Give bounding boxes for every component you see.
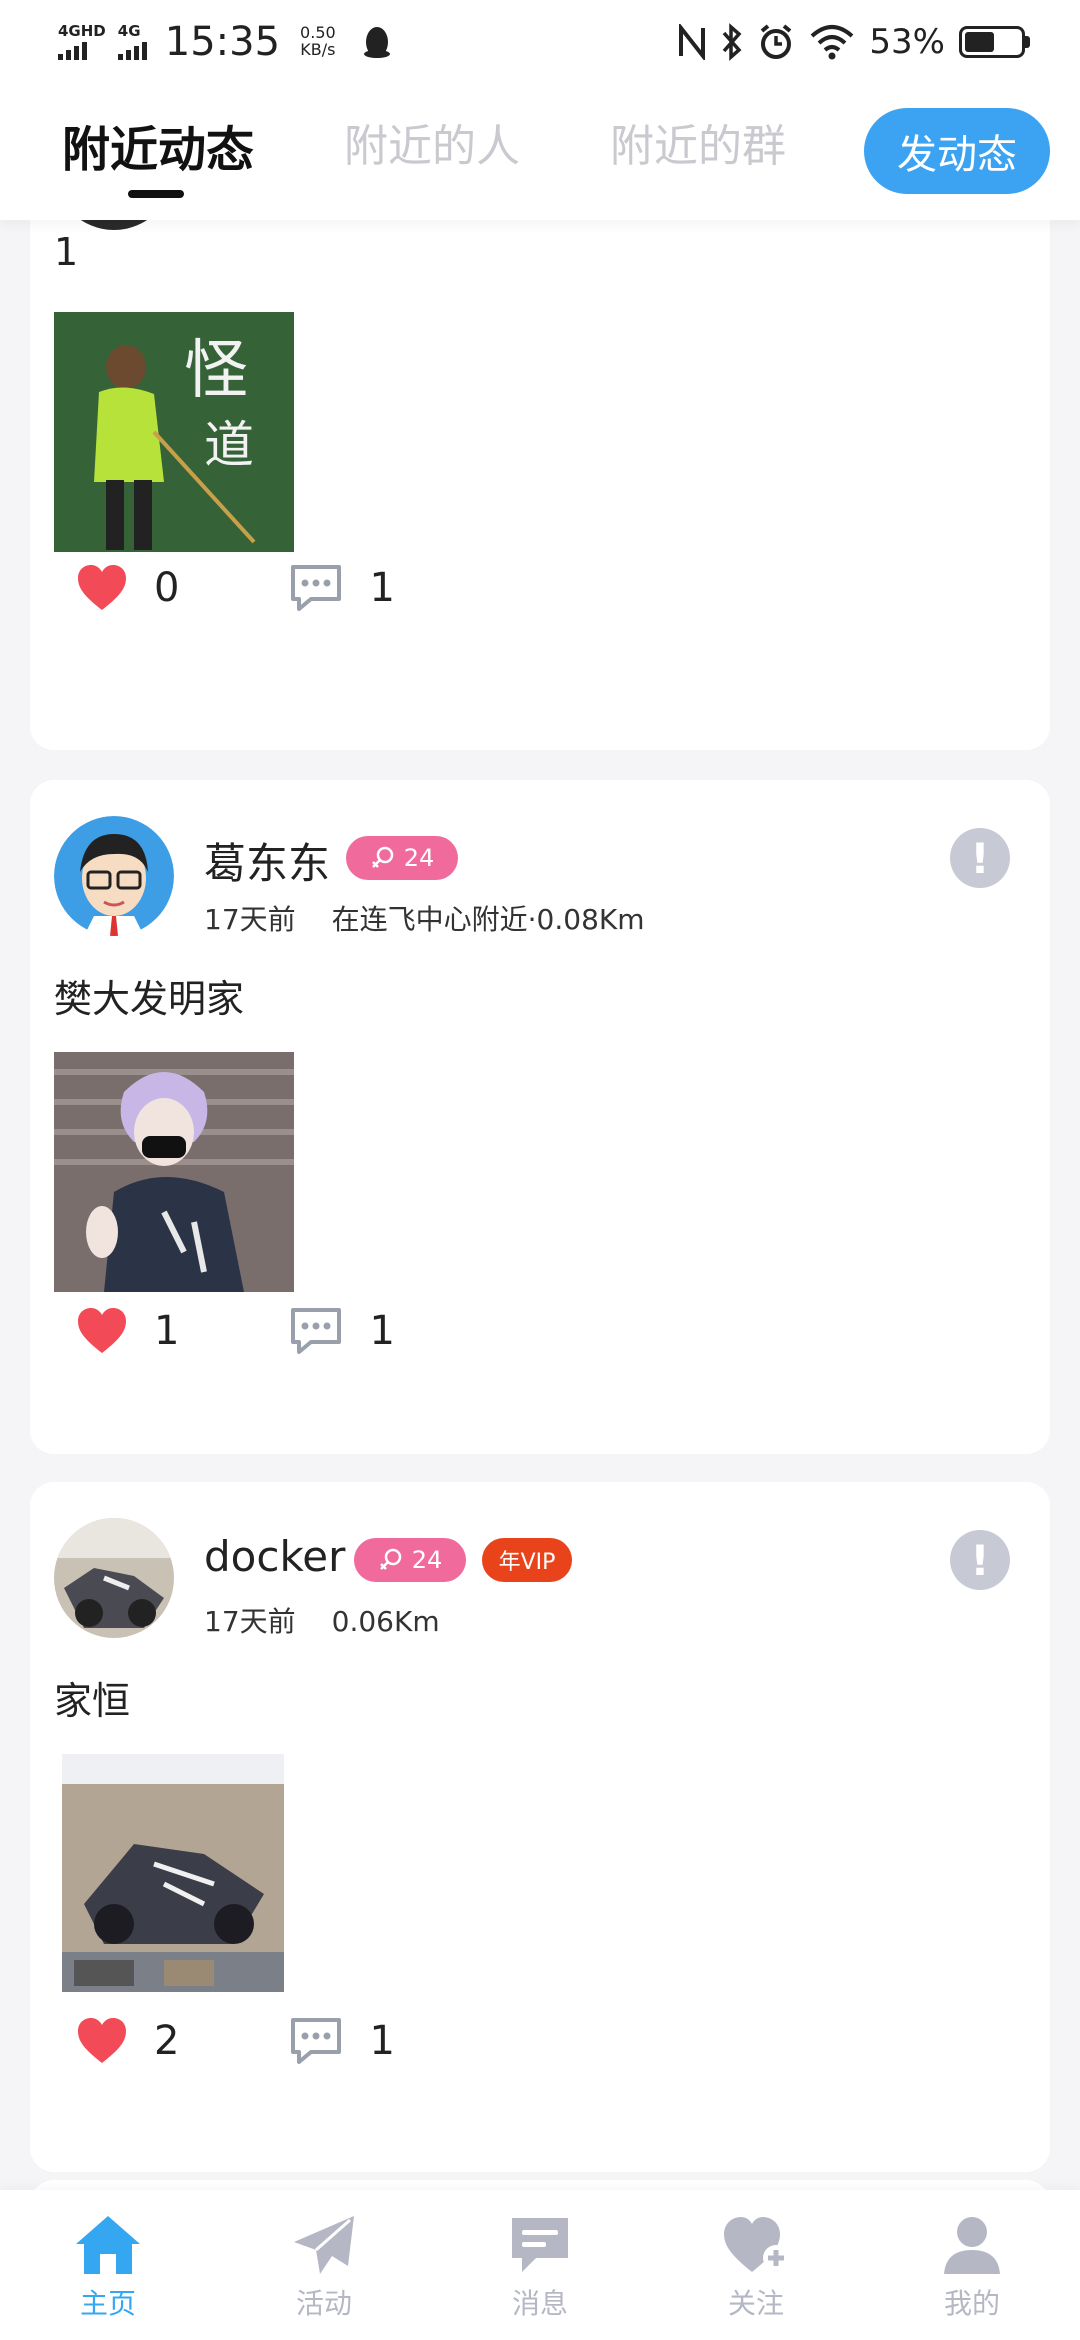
nav-home[interactable]: 主页	[38, 2214, 178, 2322]
top-nav: 附近动态 附近的人 附近的群 发动态	[0, 84, 1080, 220]
heart-icon	[78, 565, 126, 610]
bluetooth-icon	[723, 23, 742, 61]
vip-badge: 年VIP	[482, 1538, 572, 1582]
like-count: 1	[154, 1308, 180, 1354]
comment-button[interactable]: 1	[289, 563, 395, 613]
battery-icon	[959, 26, 1030, 58]
active-tab-indicator	[128, 190, 184, 198]
comment-icon	[291, 1308, 342, 1354]
home-icon	[76, 2216, 140, 2274]
like-count: 2	[154, 2018, 180, 2064]
heart-icon	[78, 2018, 126, 2063]
post-actions: 2 1	[76, 2016, 395, 2066]
comment-icon	[291, 2018, 342, 2064]
avatar[interactable]	[54, 1518, 174, 1638]
clock: 15:35	[164, 19, 281, 65]
like-button[interactable]: 2	[76, 2017, 179, 2065]
network-type-2: 4G	[117, 22, 141, 40]
post-meta: 17天前 在连飞中心附近·0.08Km	[204, 898, 645, 938]
report-button[interactable]: !	[950, 1530, 1010, 1590]
post-location: 在连飞中心附近·0.08Km	[331, 903, 645, 936]
nav-label: 消息	[511, 2287, 568, 2320]
age-value: 24	[403, 844, 435, 872]
nav-label: 关注	[727, 2287, 784, 2320]
network-type-1: 4GHD	[58, 22, 106, 40]
comment-icon	[291, 565, 342, 611]
user-name[interactable]: 葛东东	[204, 830, 330, 891]
heart-icon	[78, 1308, 126, 1353]
post-content: 1	[54, 230, 79, 274]
report-button[interactable]: !	[950, 828, 1010, 888]
like-button[interactable]: 1	[76, 1307, 179, 1355]
post-meta: 17天前 0.06Km	[204, 1600, 440, 1640]
nav-label: 我的	[943, 2287, 1000, 2320]
comment-count: 1	[369, 565, 395, 611]
post-content: 樊大发明家	[54, 977, 245, 1021]
tab-nearby-people[interactable]: 附近的人	[344, 110, 520, 174]
post-card[interactable]: docker 24 年VIP 17天前 0.06Km ! 家恒 2 1	[30, 1482, 1050, 2172]
speed-unit: KB/s	[300, 40, 336, 59]
comment-button[interactable]: 1	[289, 2016, 395, 2066]
nav-activity[interactable]: 活动	[254, 2214, 394, 2322]
battery-percent: 53%	[869, 22, 945, 62]
nav-messages[interactable]: 消息	[470, 2214, 610, 2322]
heart-plus-icon	[724, 2217, 789, 2272]
exclamation-icon: !	[970, 1535, 990, 1585]
post-content: 家恒	[54, 1679, 131, 1723]
tab-nearby-groups[interactable]: 附近的群	[610, 110, 786, 174]
comment-count: 1	[369, 2018, 395, 2064]
signal-1: 4GHD	[58, 24, 106, 60]
gender-age-badge: 24	[346, 836, 458, 880]
bottom-nav: 主页 活动 消息 关注 我的	[0, 2190, 1080, 2340]
svg-text:怪: 怪	[184, 334, 248, 408]
wifi-icon	[811, 25, 854, 60]
network-speed: 0.50 KB/s	[300, 24, 336, 59]
qq-penguin-icon	[363, 27, 390, 58]
avatar[interactable]	[54, 816, 174, 936]
post-time: 17天前	[204, 903, 296, 936]
nav-label: 主页	[79, 2287, 136, 2320]
post-photo[interactable]	[54, 1052, 294, 1292]
post-card[interactable]: 葛东东 24 17天前 在连飞中心附近·0.08Km ! 樊大发明家 1 1	[30, 780, 1050, 1454]
age-value: 24	[411, 1546, 443, 1574]
post-time: 17天前	[204, 1605, 296, 1638]
status-bar: 4GHD 4G 15:35 0.50 KB/s 53%	[0, 0, 1080, 84]
message-icon	[512, 2218, 568, 2272]
gender-age-badge: 24	[354, 1538, 466, 1582]
user-name[interactable]: docker	[204, 1532, 345, 1581]
alarm-icon	[761, 24, 792, 59]
like-button[interactable]: 0	[76, 564, 179, 612]
female-icon	[371, 846, 393, 868]
post-actions: 0 1	[76, 563, 395, 613]
post-photo[interactable]	[54, 1754, 294, 1994]
nav-label: 活动	[295, 2287, 352, 2320]
person-icon	[944, 2217, 1000, 2274]
nav-profile[interactable]: 我的	[902, 2214, 1042, 2322]
tab-nearby-posts[interactable]: 附近动态	[62, 110, 254, 180]
like-count: 0	[154, 565, 180, 611]
exclamation-icon: !	[970, 833, 990, 883]
post-button[interactable]: 发动态	[864, 108, 1050, 194]
post-location: 0.06Km	[331, 1605, 440, 1638]
signal-2: 4G	[117, 22, 147, 60]
female-icon	[379, 1548, 401, 1570]
paper-plane-icon	[294, 2216, 354, 2274]
post-card[interactable]: 1 怪 道 0 1	[30, 220, 1050, 750]
svg-text:道: 道	[204, 416, 254, 474]
post-actions: 1 1	[76, 1306, 395, 1356]
nfc-icon	[679, 24, 706, 60]
post-card[interactable]	[30, 2180, 1050, 2190]
comment-count: 1	[369, 1308, 395, 1354]
avatar[interactable]	[54, 220, 174, 230]
comment-button[interactable]: 1	[289, 1306, 395, 1356]
post-photo[interactable]: 怪 道	[54, 312, 294, 552]
nav-follow[interactable]: 关注	[686, 2214, 826, 2322]
feed[interactable]: 1 怪 道 0 1 葛东东 24 17天前 在连飞中心附近·0.08Km ! 樊…	[0, 220, 1080, 2190]
